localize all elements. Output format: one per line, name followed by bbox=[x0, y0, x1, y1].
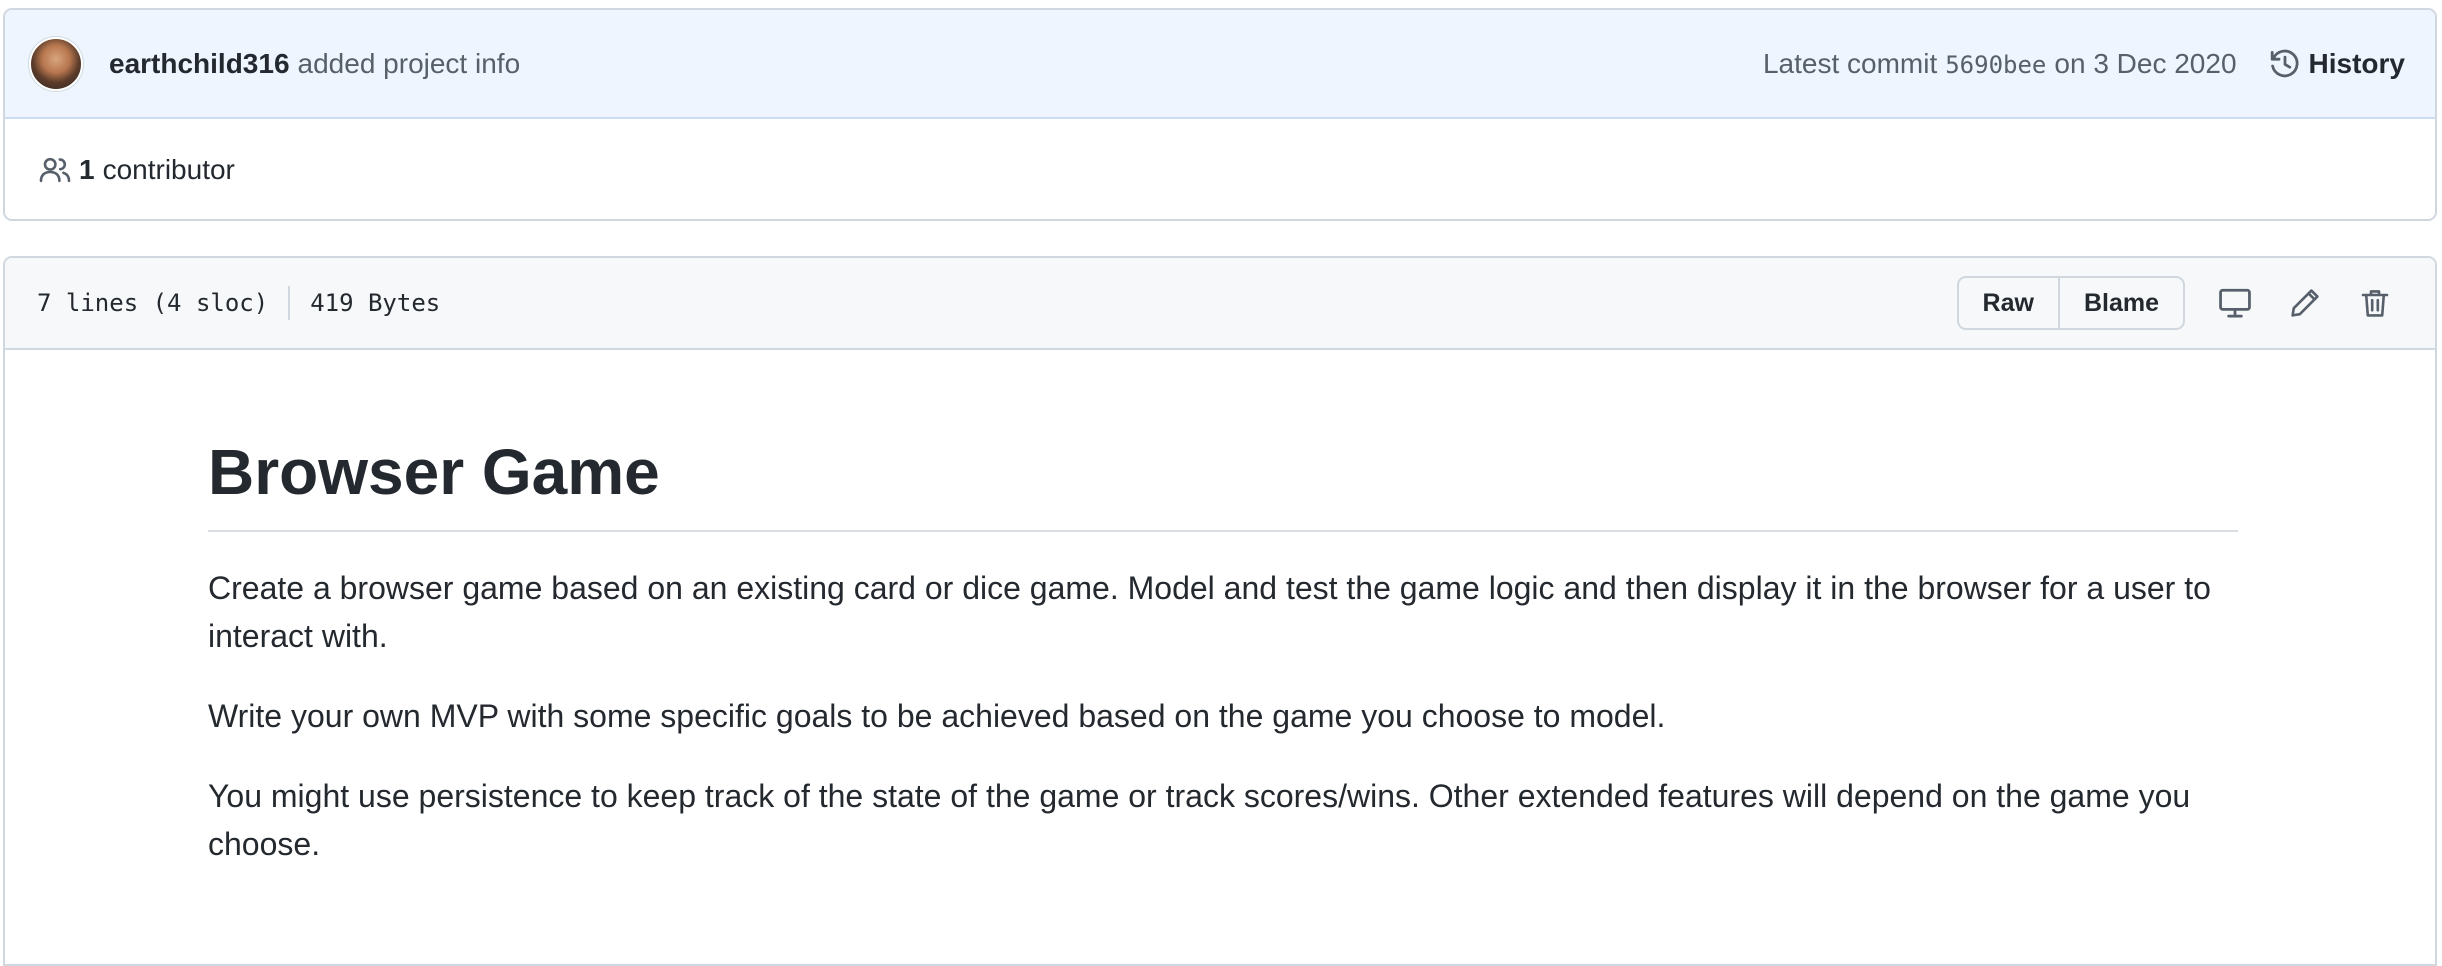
commit-box: earthchild316 added project info Latest … bbox=[3, 8, 2437, 221]
file-header: 7 lines (4 sloc) 419 Bytes Raw Blame bbox=[5, 258, 2435, 350]
raw-button[interactable]: Raw bbox=[1959, 278, 2058, 328]
readme-title: Browser Game bbox=[208, 436, 2238, 532]
pencil-icon[interactable] bbox=[2285, 283, 2325, 323]
contributor-count: 1 bbox=[79, 154, 95, 185]
commit-message[interactable]: added project info bbox=[298, 48, 521, 80]
commit-sha-link[interactable]: 5690bee bbox=[1945, 51, 2046, 79]
contributor-label: contributor bbox=[102, 154, 235, 185]
latest-commit-bar: earthchild316 added project info Latest … bbox=[5, 10, 2435, 119]
file-size: 419 Bytes bbox=[310, 289, 441, 317]
history-icon bbox=[2270, 49, 2298, 77]
people-icon bbox=[39, 157, 71, 183]
readme-paragraph: Create a browser game based on an existi… bbox=[208, 570, 2211, 654]
commit-date: on 3 Dec 2020 bbox=[2054, 47, 2237, 79]
commit-author[interactable]: earthchild316 bbox=[109, 48, 290, 80]
avatar[interactable] bbox=[29, 36, 83, 91]
file-info-divider bbox=[288, 286, 291, 320]
blame-button[interactable]: Blame bbox=[2057, 278, 2183, 328]
latest-commit-label: Latest commit bbox=[1762, 47, 1938, 79]
file-box: 7 lines (4 sloc) 419 Bytes Raw Blame Bro… bbox=[3, 256, 2437, 966]
history-label: History bbox=[2308, 47, 2405, 79]
raw-blame-group: Raw Blame bbox=[1956, 276, 2185, 330]
file-lines: 7 lines (4 sloc) bbox=[37, 289, 269, 317]
readme-content: Browser Game Create a browser game based… bbox=[208, 350, 2238, 868]
latest-commit-info: Latest commit 5690bee on 3 Dec 2020 bbox=[1763, 48, 2237, 80]
readme-paragraph: Write your own MVP with some specific go… bbox=[208, 698, 1666, 734]
readme-paragraph: You might use persistence to keep track … bbox=[208, 778, 2191, 862]
contributors-row[interactable]: 1 contributor bbox=[5, 119, 2435, 219]
trash-icon[interactable] bbox=[2355, 283, 2395, 323]
display-icon[interactable] bbox=[2215, 283, 2255, 323]
history-link[interactable]: History bbox=[2269, 48, 2405, 80]
file-info: 7 lines (4 sloc) 419 Bytes bbox=[37, 286, 440, 320]
